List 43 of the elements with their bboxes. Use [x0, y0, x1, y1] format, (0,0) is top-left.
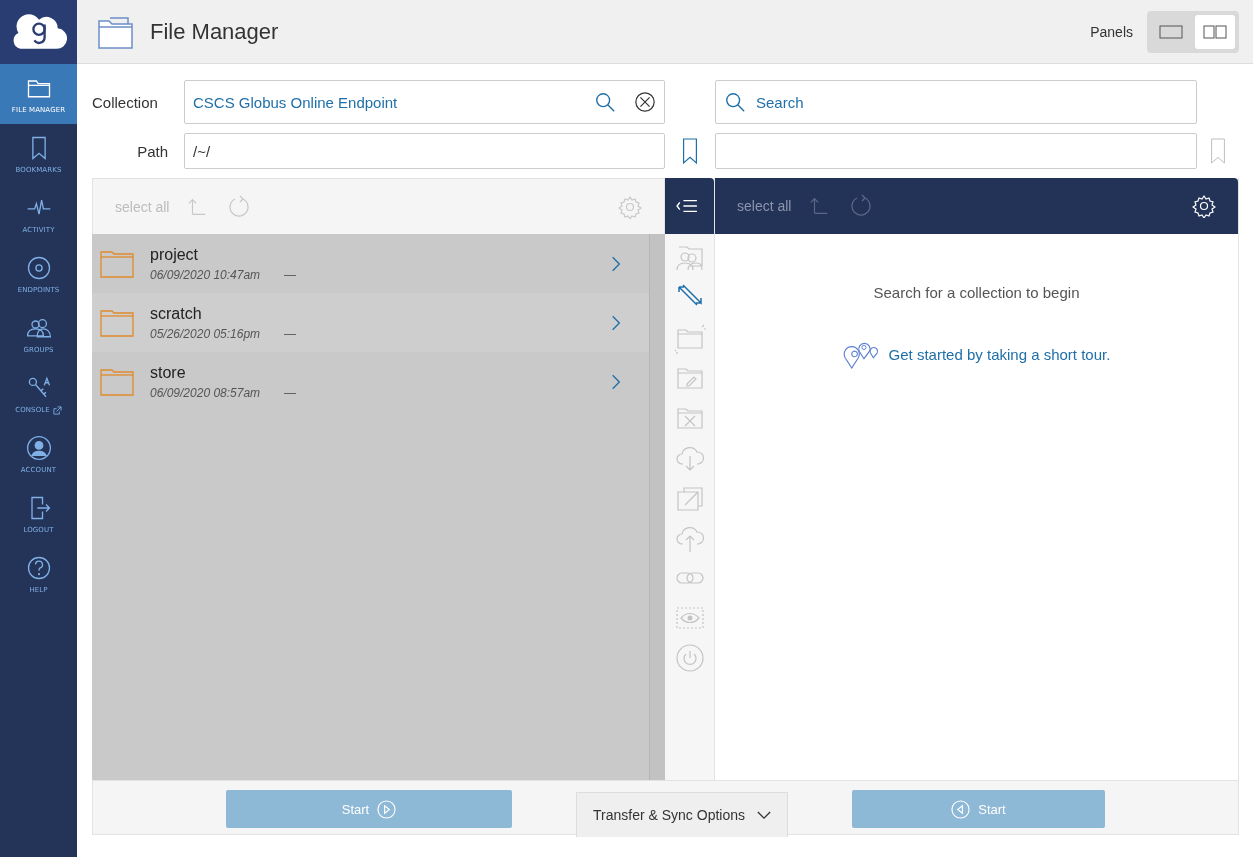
two-panes-icon: [1203, 23, 1227, 40]
collection-value: CSCS Globus Online Endpoint: [193, 93, 399, 111]
page-title: File Manager: [150, 18, 279, 45]
scrollbar-track[interactable]: [649, 234, 665, 780]
modified-date: 06/09/2020 08:57am: [150, 385, 261, 400]
play-left-icon: [951, 799, 971, 819]
collapse-menu-icon[interactable]: [675, 197, 699, 215]
folder-name: scratch: [150, 304, 203, 323]
refresh-icon[interactable]: [227, 194, 252, 219]
transfer-options-dropdown[interactable]: Transfer & Sync Options: [576, 792, 788, 837]
modified-date: 05/26/2020 05:16pm: [150, 326, 261, 341]
one-pane-icon: [1159, 23, 1183, 40]
search-icon[interactable]: [594, 91, 616, 113]
chevron-down-icon: [757, 810, 771, 820]
panels-label: Panels: [1090, 23, 1133, 40]
clear-icon[interactable]: [634, 91, 656, 113]
cloud-logo-icon: [0, 0, 77, 64]
collection-field[interactable]: CSCS Globus Online Endpoint: [184, 80, 665, 124]
two-panel-button[interactable]: [1195, 14, 1235, 49]
collection-label: Collection: [92, 93, 159, 111]
search-icon: [724, 91, 746, 113]
folder-name: project: [150, 245, 200, 264]
folder-size: —: [284, 385, 297, 400]
search-field[interactable]: Search: [715, 80, 1197, 124]
path-field[interactable]: [715, 133, 1197, 169]
folder-name: store: [150, 363, 187, 382]
refresh-icon[interactable]: [849, 194, 874, 218]
modified-date: 06/09/2020 10:47am: [150, 267, 261, 282]
account-icon: [24, 434, 53, 462]
folder-icon: [100, 367, 134, 396]
folder-row[interactable]: scratch 05/26/2020 05:16pm —: [92, 293, 649, 352]
path-label: Path: [136, 142, 169, 160]
folder-size: —: [284, 267, 297, 282]
path-field[interactable]: /~/: [184, 133, 665, 169]
folder-icon: [100, 308, 134, 337]
tour-link[interactable]: Get started by taking a short tour.: [888, 345, 1111, 363]
play-right-icon: [377, 799, 397, 819]
empty-message: Search for a collection to begin: [873, 284, 1080, 301]
path-value: /~/: [193, 142, 212, 160]
folder-icon: [100, 249, 134, 278]
bookmark-icon[interactable]: [682, 135, 698, 167]
select-all-link[interactable]: select all: [737, 198, 792, 214]
folder-size: —: [284, 326, 297, 341]
